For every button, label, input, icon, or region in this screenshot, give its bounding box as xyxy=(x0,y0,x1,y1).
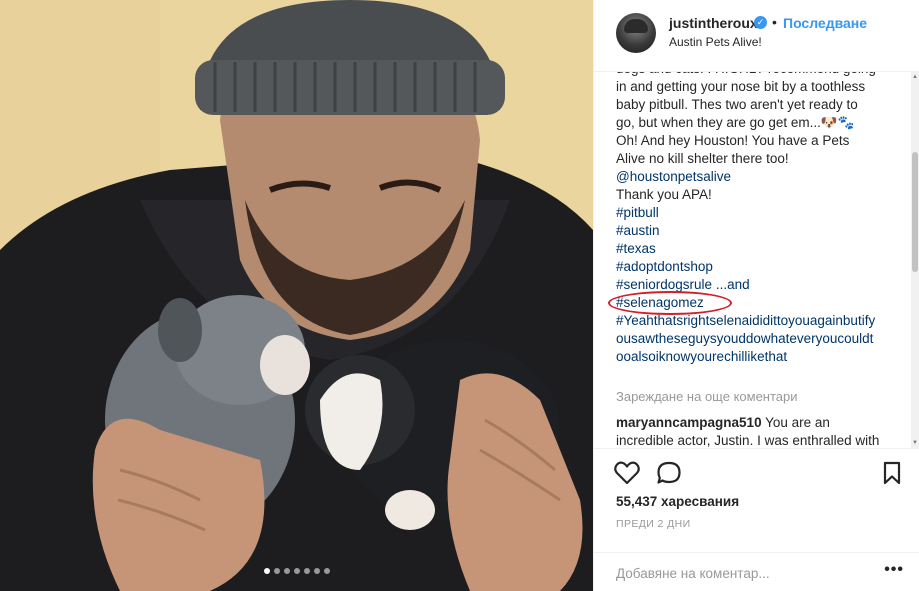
post-header: justintheroux ✓ • Последване Austin Pets… xyxy=(594,0,919,72)
comment-item: maryanncampagna510 You are an incredible… xyxy=(616,414,888,448)
caption-line[interactable]: #Yeahthatsrightselenaididittoyouagainbut… xyxy=(616,312,888,330)
post-actions: 55,437 харесвания ПРЕДИ 2 ДНИ ••• xyxy=(594,448,919,591)
likes-count[interactable]: 55,437 харесвания xyxy=(616,494,739,509)
caption-line[interactable]: #texas xyxy=(616,240,888,258)
caption-line[interactable]: #adoptdontshop xyxy=(616,258,888,276)
add-comment-bar: ••• xyxy=(594,552,919,591)
caption-line[interactable]: #pitbull xyxy=(616,204,888,222)
scroll-up-arrow-icon[interactable]: ▲ xyxy=(911,72,919,82)
photo-illustration xyxy=(0,0,593,591)
add-comment-input[interactable] xyxy=(616,563,866,583)
follow-button[interactable]: Последване xyxy=(783,15,867,31)
scrollbar-thumb[interactable] xyxy=(912,152,918,272)
location-link[interactable]: Austin Pets Alive! xyxy=(669,35,762,49)
post-timestamp[interactable]: ПРЕДИ 2 ДНИ xyxy=(616,518,691,530)
caption-line: baby pitbull. Thes two aren't yet ready … xyxy=(616,97,858,112)
post-caption: dogs and cats. I HIGHLY recommend goingi… xyxy=(608,72,888,366)
heart-outline-icon[interactable] xyxy=(614,461,640,490)
carousel-dot[interactable] xyxy=(283,568,290,574)
comments-area: dogs and cats. I HIGHLY recommend goingi… xyxy=(594,72,912,448)
caption-line[interactable]: #seniordogsrule ...and xyxy=(616,276,888,294)
caption-line[interactable]: #selenagomez xyxy=(616,294,888,312)
bookmark-icon[interactable] xyxy=(882,461,902,490)
caption-line[interactable]: ousawtheseguysyouddowhateveryoucouldt xyxy=(616,330,888,348)
carousel-dot[interactable] xyxy=(273,568,280,574)
carousel-dot[interactable] xyxy=(263,568,270,574)
caption-line: Oh! And hey Houston! You have a Pets xyxy=(616,133,850,148)
caption-line[interactable]: @houstonpetsalive xyxy=(616,168,888,186)
username-link[interactable]: justintheroux xyxy=(669,15,758,31)
comments-scrollbar[interactable]: ▲ ▼ xyxy=(911,72,919,448)
comment-author-link[interactable]: maryanncampagna510 xyxy=(616,415,762,430)
caption-line[interactable]: #austin xyxy=(616,222,888,240)
carousel-dot[interactable] xyxy=(323,568,330,574)
post-photo[interactable] xyxy=(0,0,593,591)
header-separator: • xyxy=(772,14,777,30)
carousel-dot[interactable] xyxy=(313,568,320,574)
post-side-panel: justintheroux ✓ • Последване Austin Pets… xyxy=(593,0,919,591)
caption-line: Alive no kill shelter there too! xyxy=(616,151,789,166)
carousel-indicator xyxy=(0,561,593,579)
load-more-comments-button[interactable]: Зареждане на още коментари xyxy=(616,389,798,404)
speech-bubble-icon[interactable] xyxy=(656,461,682,490)
caption-line: Thank you APA! xyxy=(616,187,712,202)
carousel-dot[interactable] xyxy=(303,568,310,574)
caption-line: in and getting your nose bit by a toothl… xyxy=(616,79,866,94)
more-options-icon[interactable]: ••• xyxy=(884,561,904,579)
avatar[interactable] xyxy=(616,13,656,53)
scroll-down-arrow-icon[interactable]: ▼ xyxy=(911,438,919,448)
caption-line[interactable]: ooalsoiknowyourechillikethat xyxy=(616,348,888,366)
verified-badge-icon: ✓ xyxy=(754,16,767,29)
carousel-dot[interactable] xyxy=(293,568,300,574)
caption-line: go, but when they are go get em...🐶🐾 xyxy=(616,115,855,130)
